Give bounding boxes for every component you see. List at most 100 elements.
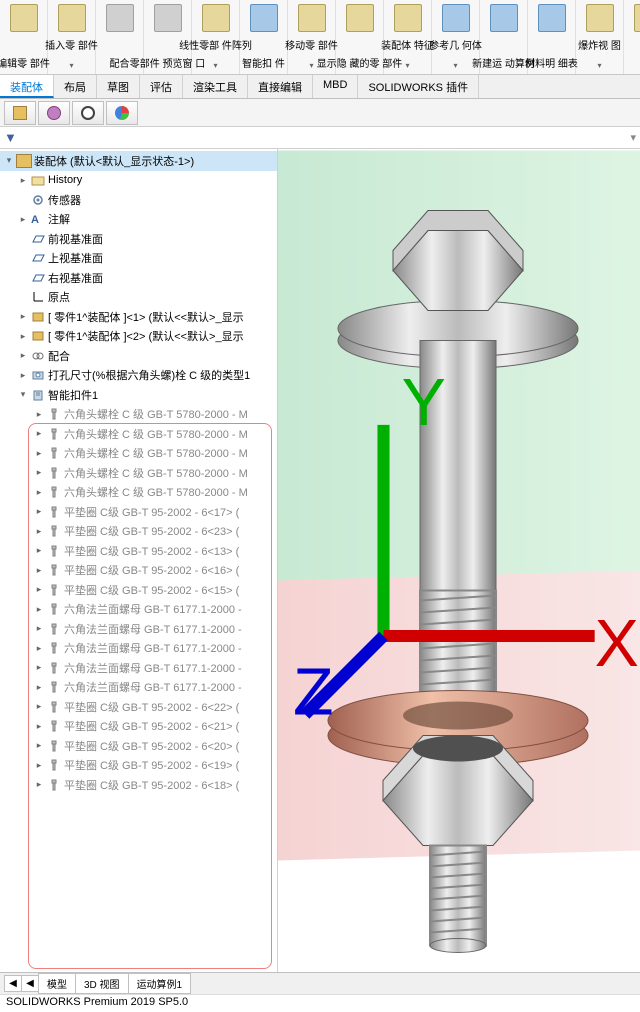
tab-render[interactable]: 渲染工具 [183, 75, 248, 98]
expander-icon[interactable]: ▸ [34, 779, 44, 790]
feature-manager-filter[interactable]: ▼ ▾ [0, 127, 640, 149]
expander-icon[interactable]: ▸ [18, 214, 28, 225]
fm-tab-display-manager[interactable] [106, 101, 138, 125]
expander-icon[interactable]: ▸ [34, 409, 44, 420]
tree-fastener-item[interactable]: ▸ 六角头螺栓 C 级 GB-T 5780-2000 - M [0, 444, 277, 464]
tree-fastener-item[interactable]: ▸ 六角法兰面螺母 GB-T 6177.1-2000 - [0, 658, 277, 678]
expander-icon[interactable]: ▸ [34, 584, 44, 595]
ribbon-insert-component[interactable]: 插入零 部件▾ [48, 0, 96, 74]
ribbon-bom[interactable]: 材料明 细表 [528, 0, 576, 74]
tree-item[interactable]: 前视基准面 [0, 229, 277, 249]
expander-icon[interactable]: ▸ [34, 467, 44, 478]
expander-icon[interactable]: ▸ [34, 643, 44, 654]
tab-layout[interactable]: 布局 [54, 75, 97, 98]
fm-tab-property-manager[interactable] [38, 101, 70, 125]
tree-fastener-item[interactable]: ▸ 六角头螺栓 C 级 GB-T 5780-2000 - M [0, 463, 277, 483]
expander-icon[interactable]: ▸ [34, 701, 44, 712]
tree-item[interactable]: ▸ A 注解 [0, 210, 277, 230]
tree-fastener-item[interactable]: ▸ 六角法兰面螺母 GB-T 6177.1-2000 - [0, 639, 277, 659]
tree-item[interactable]: 右视基准面 [0, 268, 277, 288]
tab-mbd[interactable]: MBD [313, 75, 358, 98]
expander-icon[interactable]: ▸ [34, 760, 44, 771]
expander-icon[interactable]: ▸ [34, 526, 44, 537]
tree-fastener-item[interactable]: ▸ 六角法兰面螺母 GB-T 6177.1-2000 - [0, 619, 277, 639]
tree-fastener-item[interactable]: ▸ 平垫圈 C级 GB-T 95-2002 - 6<18> ( [0, 775, 277, 795]
expander-icon[interactable]: ▸ [34, 662, 44, 673]
expander-icon[interactable]: ▾ [18, 389, 28, 400]
smart-icon [30, 388, 46, 402]
expander-icon[interactable]: ▸ [18, 311, 28, 322]
expander-icon[interactable]: ▸ [18, 175, 28, 186]
tree-item[interactable]: ▸ 打孔尺寸(%根据六角头螺)栓 C 级的类型1 [0, 366, 277, 386]
ribbon-exploded-view[interactable]: 爆炸视 图▾ [576, 0, 624, 74]
fm-tab-configuration[interactable] [72, 101, 104, 125]
expander-icon[interactable]: ▸ [18, 370, 28, 381]
tab-direct-edit[interactable]: 直接编辑 [248, 75, 313, 98]
ribbon-instant3d[interactable]: Inst [624, 0, 640, 74]
expander-icon[interactable]: ▸ [34, 604, 44, 615]
tree-item-label: 六角头螺栓 C 级 GB-T 5780-2000 - M [64, 426, 277, 442]
tree-fastener-item[interactable]: ▸ 平垫圈 C级 GB-T 95-2002 - 6<13> ( [0, 541, 277, 561]
scroll-first[interactable]: ◀ [4, 975, 22, 992]
tree-fastener-item[interactable]: ▸ 平垫圈 C级 GB-T 95-2002 - 6<19> ( [0, 756, 277, 776]
graphics-view[interactable]: Y X Z [278, 149, 640, 972]
screw-icon [46, 680, 62, 694]
tree-fastener-item[interactable]: ▸ 六角头螺栓 C 级 GB-T 5780-2000 - M [0, 483, 277, 503]
expander-icon[interactable]: ▸ [34, 721, 44, 732]
expander-icon[interactable]: ▸ [34, 487, 44, 498]
ribbon-toolbar: 编辑零 部件 插入零 部件▾ 配合 零部件 预览窗 口 线性零部 件阵列▾ 智能… [0, 0, 640, 75]
expander-icon[interactable]: ▸ [34, 545, 44, 556]
ribbon-linear-pattern[interactable]: 线性零部 件阵列▾ [192, 0, 240, 74]
tree-item[interactable]: ▸ [ 零件1^装配体 ]<2> (默认<<默认>_显示 [0, 327, 277, 347]
ribbon-assembly-feature[interactable]: 装配体 特征▾ [384, 0, 432, 74]
expander-icon[interactable]: ▸ [34, 623, 44, 634]
tree-item[interactable]: ▸ 配合 [0, 346, 277, 366]
expander-icon[interactable]: ▸ [34, 740, 44, 751]
expander-icon[interactable]: ▸ [18, 331, 28, 342]
bottom-tab-motion[interactable]: 运动算例1 [128, 973, 192, 994]
expander-icon[interactable]: ▸ [34, 682, 44, 693]
tree-item[interactable]: ▸ History [0, 171, 277, 191]
ribbon-smart-fasteners[interactable]: 智能扣 件 [240, 0, 288, 74]
tab-sw-addins[interactable]: SOLIDWORKS 插件 [358, 75, 479, 98]
tree-fastener-item[interactable]: ▸ 平垫圈 C级 GB-T 95-2002 - 6<15> ( [0, 580, 277, 600]
expander-icon[interactable]: ▸ [34, 565, 44, 576]
expander-icon[interactable]: ▸ [34, 448, 44, 459]
scroll-left[interactable]: ◀ [21, 975, 39, 992]
tree-fastener-item[interactable]: ▸ 六角法兰面螺母 GB-T 6177.1-2000 - [0, 600, 277, 620]
tree-item[interactable]: ▾ 智能扣件1 [0, 385, 277, 405]
view-triad[interactable]: Y X Z [293, 149, 640, 957]
expander-icon[interactable]: ▸ [34, 506, 44, 517]
tree-fastener-item[interactable]: ▸ 平垫圈 C级 GB-T 95-2002 - 6<22> ( [0, 697, 277, 717]
tree-fastener-item[interactable]: ▸ 六角法兰面螺母 GB-T 6177.1-2000 - [0, 678, 277, 698]
main-area: ▾ 装配体 (默认<默认_显示状态-1>) ▸ History 传感器▸ A 注… [0, 149, 640, 972]
screw-icon [46, 758, 62, 772]
tree-item-label: 前视基准面 [48, 231, 277, 247]
tree-fastener-item[interactable]: ▸ 平垫圈 C级 GB-T 95-2002 - 6<20> ( [0, 736, 277, 756]
ribbon-edit-component[interactable]: 编辑零 部件 [0, 0, 48, 74]
tree-item-label: 平垫圈 C级 GB-T 95-2002 - 6<23> ( [64, 523, 277, 539]
tree-item[interactable]: 上视基准面 [0, 249, 277, 269]
tree-fastener-item[interactable]: ▸ 平垫圈 C级 GB-T 95-2002 - 6<21> ( [0, 717, 277, 737]
tab-evaluate[interactable]: 评估 [140, 75, 183, 98]
expander-icon[interactable]: ▸ [34, 428, 44, 439]
tree-item[interactable]: ▸ [ 零件1^装配体 ]<1> (默认<<默认>_显示 [0, 307, 277, 327]
tree-item[interactable]: 原点 [0, 288, 277, 308]
ribbon-new-motion-study[interactable]: 新建运 动算例 [480, 0, 528, 74]
tab-sketch[interactable]: 草图 [97, 75, 140, 98]
tree-fastener-item[interactable]: ▸ 平垫圈 C级 GB-T 95-2002 - 6<23> ( [0, 522, 277, 542]
fm-tab-feature-tree[interactable] [4, 101, 36, 125]
bottom-tab-model[interactable]: 模型 [38, 973, 76, 994]
tree-fastener-item[interactable]: ▸ 平垫圈 C级 GB-T 95-2002 - 6<16> ( [0, 561, 277, 581]
tree-fastener-item[interactable]: ▸ 六角头螺栓 C 级 GB-T 5780-2000 - M [0, 424, 277, 444]
expander-icon[interactable]: ▸ [18, 350, 28, 361]
ribbon-show-hidden[interactable]: 显示隐 藏的零 部件 [336, 0, 384, 74]
tree-root-assembly[interactable]: ▾ 装配体 (默认<默认_显示状态-1>) [0, 151, 277, 171]
tree-fastener-item[interactable]: ▸ 平垫圈 C级 GB-T 95-2002 - 6<17> ( [0, 502, 277, 522]
feature-manager-tree[interactable]: ▾ 装配体 (默认<默认_显示状态-1>) ▸ History 传感器▸ A 注… [0, 149, 278, 972]
tree-item[interactable]: 传感器 [0, 190, 277, 210]
bottom-tab-3dview[interactable]: 3D 视图 [75, 973, 129, 994]
ribbon-preview-window[interactable]: 零部件 预览窗 口 [144, 0, 192, 74]
tree-fastener-item[interactable]: ▸ 六角头螺栓 C 级 GB-T 5780-2000 - M [0, 405, 277, 425]
tab-assembly[interactable]: 装配体 [0, 75, 54, 98]
